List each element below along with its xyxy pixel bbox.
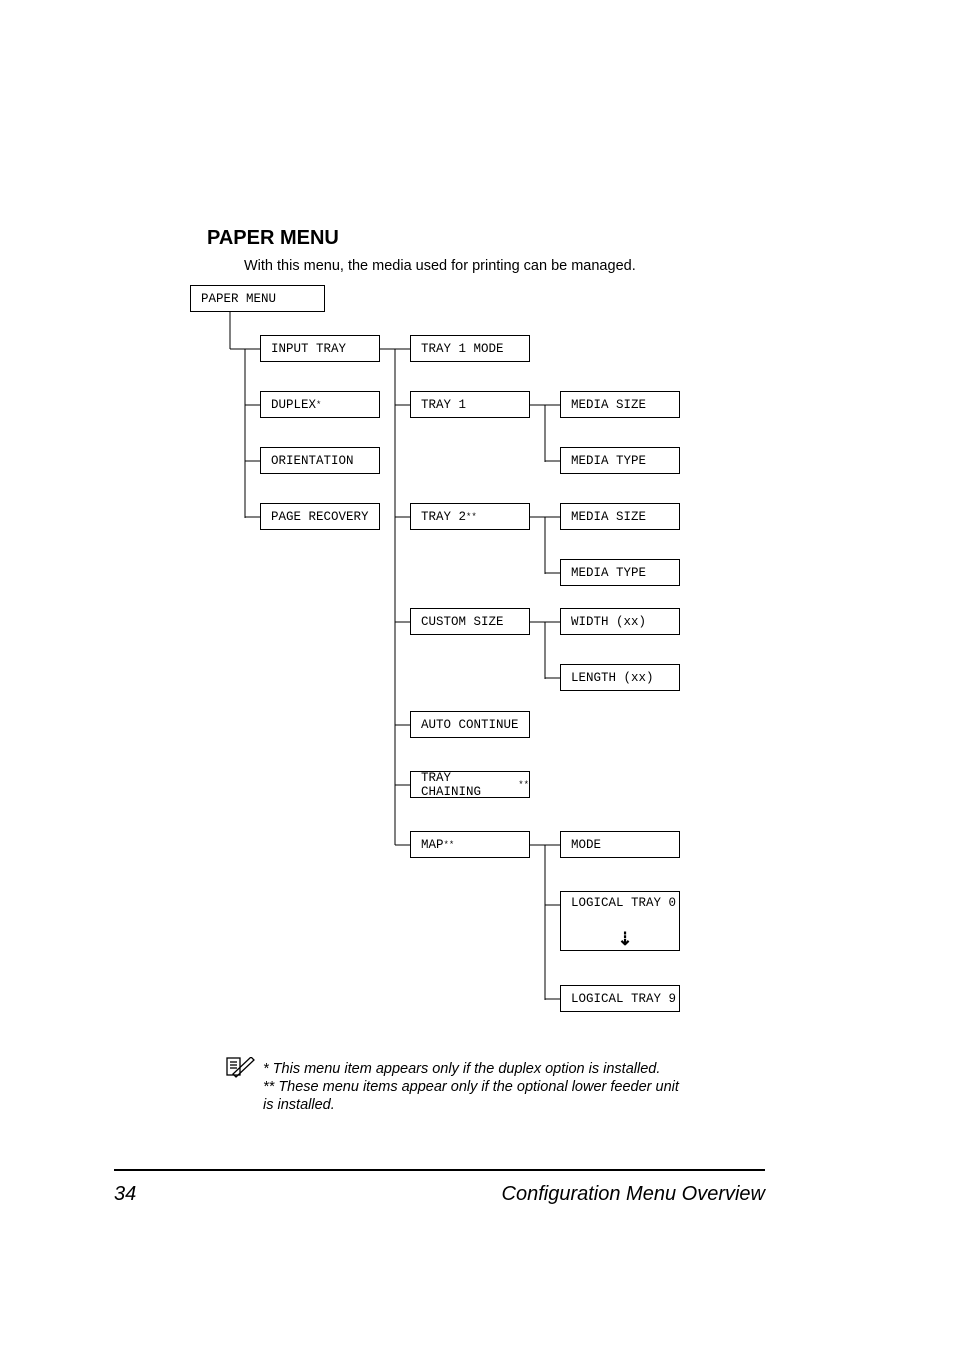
page-number: 34 — [114, 1183, 136, 1206]
menu-tray1: TRAY 1 — [410, 391, 530, 418]
footnote-text: * This menu item appears only if the dup… — [263, 1060, 693, 1114]
logical-tray-0: LOGICAL TRAY 0 — [571, 896, 676, 910]
menu-media-type-1: MEDIA TYPE — [560, 447, 680, 474]
menu-media-size-1: MEDIA SIZE — [560, 391, 680, 418]
footnote-line-1: * This menu item appears only if the dup… — [263, 1061, 660, 1077]
tray-chaining-sup: ** — [518, 780, 529, 790]
footer-title: Configuration Menu Overview — [502, 1183, 765, 1206]
menu-orientation: ORIENTATION — [260, 447, 380, 474]
menu-auto-continue: AUTO CONTINUE — [410, 711, 530, 738]
menu-tray-chaining-label: TRAY CHAINING — [421, 771, 518, 799]
menu-logical-tray-range: LOGICAL TRAY 0 ⇣ — [560, 891, 680, 951]
map-sup: ** — [444, 840, 455, 850]
menu-map-label: MAP — [421, 838, 444, 852]
menu-tray1-mode: TRAY 1 MODE — [410, 335, 530, 362]
menu-logical-tray-9: LOGICAL TRAY 9 — [560, 985, 680, 1012]
menu-tray2: TRAY 2** — [410, 503, 530, 530]
menu-media-type-2: MEDIA TYPE — [560, 559, 680, 586]
menu-page-recovery: PAGE RECOVERY — [260, 503, 380, 530]
menu-root: PAPER MENU — [190, 285, 325, 312]
menu-input-tray: INPUT TRAY — [260, 335, 380, 362]
menu-duplex: DUPLEX* — [260, 391, 380, 418]
menu-tree-diagram: PAPER MENU INPUT TRAY DUPLEX* ORIENTATIO… — [190, 285, 750, 1045]
intro-text: With this menu, the media used for print… — [244, 258, 636, 274]
menu-width: WIDTH (xx) — [560, 608, 680, 635]
menu-duplex-label: DUPLEX — [271, 398, 316, 412]
menu-length: LENGTH (xx) — [560, 664, 680, 691]
down-arrow-icon: ⇣ — [617, 932, 632, 946]
menu-custom-size: CUSTOM SIZE — [410, 608, 530, 635]
note-icon — [226, 1057, 256, 1084]
menu-mode: MODE — [560, 831, 680, 858]
footnote-line-2: ** These menu items appear only if the o… — [263, 1079, 679, 1113]
menu-map: MAP** — [410, 831, 530, 858]
duplex-sup: * — [316, 400, 321, 410]
menu-media-size-2: MEDIA SIZE — [560, 503, 680, 530]
tray2-sup: ** — [466, 512, 477, 522]
menu-tray2-label: TRAY 2 — [421, 510, 466, 524]
menu-tray-chaining: TRAY CHAINING** — [410, 771, 530, 798]
section-heading: PAPER MENU — [207, 227, 339, 250]
footer-rule — [114, 1169, 765, 1171]
